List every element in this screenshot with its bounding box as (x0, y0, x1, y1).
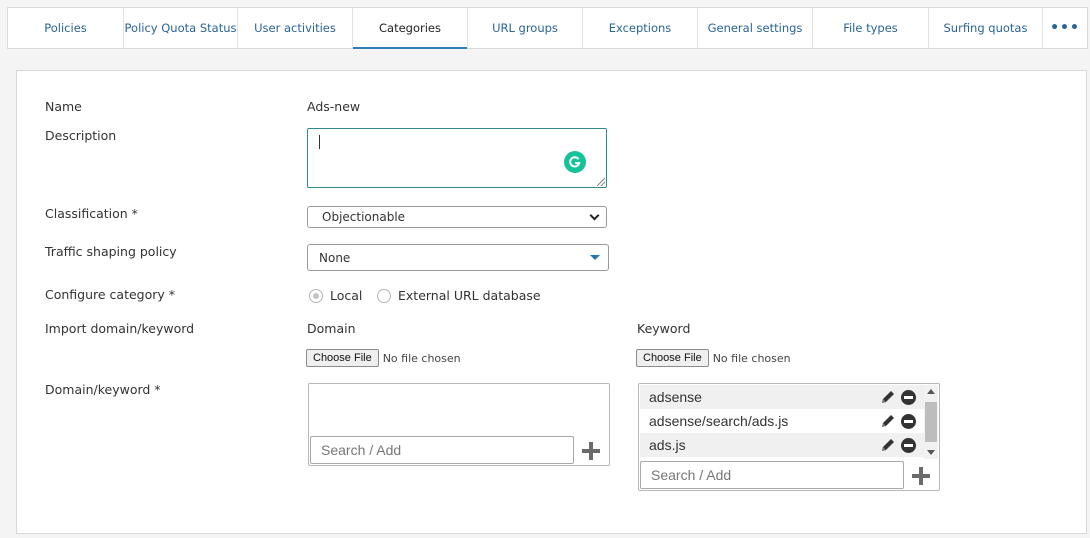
pencil-icon[interactable] (880, 413, 896, 429)
list-item[interactable]: adsense/search/ads.js (640, 409, 924, 433)
more-tabs-button[interactable]: ••• (1043, 8, 1087, 48)
tab-label: URL groups (492, 21, 558, 35)
radio-dot (377, 288, 391, 303)
keyword-text: adsense (649, 389, 702, 405)
minus-circle-icon[interactable] (901, 389, 916, 405)
keyword-heading: Keyword (637, 321, 691, 336)
pencil-icon[interactable] (880, 437, 896, 453)
keyword-list[interactable]: adsense adsense/search/ads.js ads.js Sea… (638, 383, 940, 491)
minus-circle-icon[interactable] (901, 413, 916, 429)
radio-external-url-database[interactable]: External URL database (377, 288, 541, 303)
text-caret (319, 135, 320, 149)
import-label: Import domain/keyword (45, 321, 195, 336)
domain-list[interactable]: Search / Add (308, 383, 610, 466)
traffic-shaping-label: Traffic shaping policy (45, 244, 177, 259)
tab-bar: Policies Policy Quota Status User activi… (7, 7, 1088, 49)
add-keyword-plus-icon[interactable] (911, 466, 931, 486)
tab-label: Policy Quota Status (124, 21, 237, 35)
tab-policy-quota-status[interactable]: Policy Quota Status (124, 8, 238, 48)
tab-file-types[interactable]: File types (813, 8, 929, 48)
tab-categories[interactable]: Categories (353, 8, 468, 49)
tab-exceptions[interactable]: Exceptions (583, 8, 698, 48)
name-value: Ads-new (307, 99, 361, 114)
tab-label: User activities (254, 21, 336, 35)
keyword-text: adsense/search/ads.js (649, 413, 789, 429)
radio-external-label: External URL database (398, 288, 541, 303)
scroll-up-icon[interactable] (927, 389, 935, 394)
tab-label: Surfing quotas (943, 21, 1028, 35)
ellipsis-icon: ••• (1050, 20, 1080, 36)
tab-label: Exceptions (608, 21, 672, 35)
tab-label: Policies (44, 21, 87, 35)
keyword-file-input: Choose File No file chosen (636, 349, 791, 367)
traffic-shaping-select[interactable]: None (307, 244, 609, 271)
radio-local-label: Local (330, 288, 363, 303)
scroll-down-icon[interactable] (927, 450, 935, 455)
resize-handle-icon[interactable] (597, 178, 605, 186)
tab-url-groups[interactable]: URL groups (468, 8, 583, 48)
chevron-down-icon (589, 210, 600, 221)
domain-keyword-label: Domain/keyword * (45, 382, 161, 397)
keyword-file-status: No file chosen (712, 351, 791, 365)
keyword-choose-file-button[interactable]: Choose File (636, 349, 709, 367)
name-label: Name (45, 99, 82, 114)
list-item[interactable]: adsense (640, 385, 924, 409)
classification-selected: Objectionable (322, 210, 406, 224)
add-domain-plus-icon[interactable] (581, 441, 601, 461)
radio-dot (309, 288, 323, 303)
keyword-text: ads.js (649, 437, 686, 453)
minus-circle-icon[interactable] (901, 437, 916, 453)
scroll-thumb[interactable] (925, 402, 937, 442)
tab-user-activities[interactable]: User activities (238, 8, 353, 48)
domain-search-input[interactable]: Search / Add (310, 436, 574, 464)
description-textarea[interactable] (307, 128, 607, 188)
pencil-icon[interactable] (880, 389, 896, 405)
caret-down-icon (590, 255, 600, 260)
tab-policies[interactable]: Policies (8, 8, 124, 48)
tab-label: File types (843, 21, 898, 35)
traffic-shaping-selected: None (319, 250, 351, 265)
tab-label: General settings (707, 21, 803, 35)
classification-select[interactable]: Objectionable (307, 206, 607, 228)
tab-label: Categories (379, 21, 441, 35)
configure-category-label: Configure category * (45, 287, 176, 302)
domain-heading: Domain (307, 321, 356, 336)
domain-choose-file-button[interactable]: Choose File (306, 349, 379, 367)
grammarly-icon[interactable] (564, 151, 586, 173)
search-placeholder: Search / Add (651, 467, 732, 483)
keyword-search-input[interactable]: Search / Add (640, 461, 904, 489)
radio-local[interactable]: Local (309, 288, 362, 303)
category-form-panel: Name Ads-new Description Classification … (16, 70, 1087, 534)
tab-surfing-quotas[interactable]: Surfing quotas (929, 8, 1043, 48)
classification-label: Classification * (45, 206, 138, 221)
keyword-scrollbar[interactable] (924, 385, 938, 459)
search-placeholder: Search / Add (321, 442, 402, 458)
description-label: Description (45, 128, 117, 143)
tab-general-settings[interactable]: General settings (698, 8, 813, 48)
domain-file-status: No file chosen (382, 351, 461, 365)
domain-file-input: Choose File No file chosen (306, 349, 461, 367)
list-item[interactable]: ads.js (640, 433, 924, 457)
